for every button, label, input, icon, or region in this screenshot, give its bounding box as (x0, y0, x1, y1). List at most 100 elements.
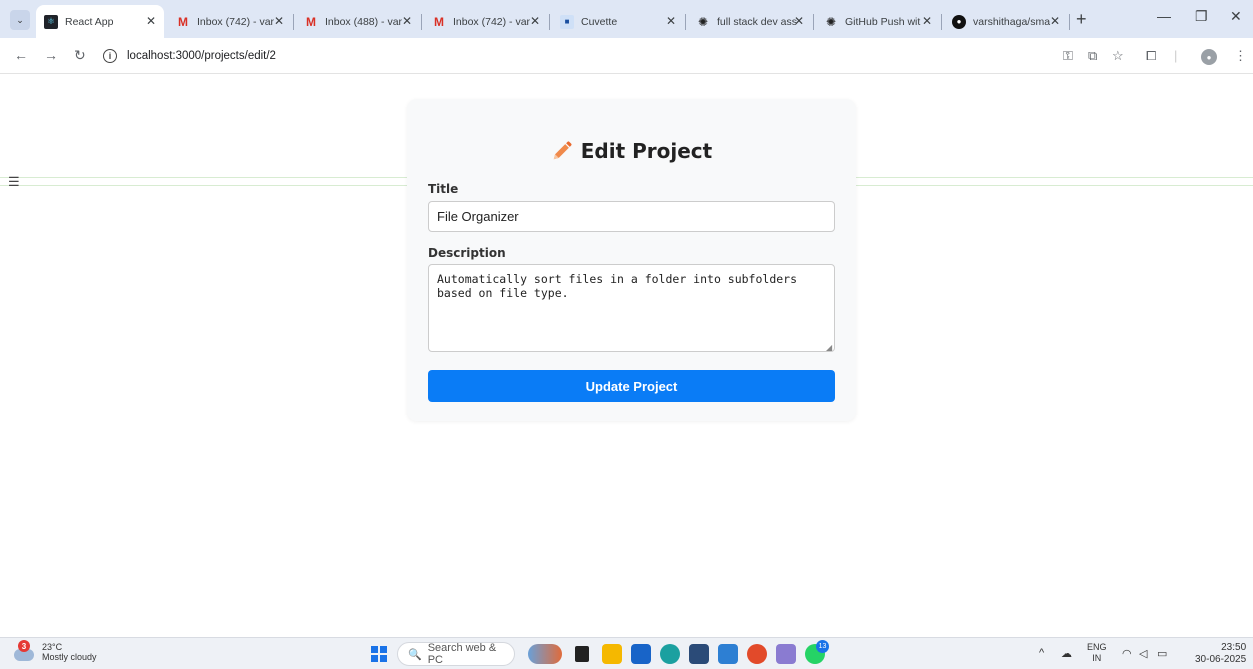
password-key-icon[interactable]: ⚿ (1063, 48, 1073, 64)
extensions-puzzle-icon[interactable]: ⧠ (1146, 48, 1156, 64)
vscode-icon[interactable] (718, 644, 738, 664)
restore-icon[interactable]: ❐ (1195, 8, 1208, 25)
search-icon: 🔍 (408, 648, 422, 661)
tab-cuvette[interactable]: ■ Cuvette ✕ (552, 5, 684, 38)
cuvette-icon: ■ (560, 14, 574, 29)
weather-temp: 23°C (42, 642, 63, 652)
terminal-icon[interactable] (689, 644, 709, 664)
close-tab-icon[interactable]: ✕ (402, 14, 412, 28)
system-clock[interactable]: 23:50 30-06-2025 (1195, 642, 1246, 666)
tab-react-app[interactable]: ⚛ React App ✕ (36, 5, 164, 38)
browser-tab-strip: ⌄ ⚛ React App ✕ M Inbox (742) - var ✕ M … (0, 0, 1253, 38)
gmail-icon: M (178, 14, 188, 29)
description-label: Description (428, 246, 506, 260)
widgets-app-icon[interactable] (528, 644, 562, 664)
wifi-icon[interactable]: ◠ (1122, 647, 1132, 660)
tab-github[interactable]: ● varshithaga/sma ✕ (944, 5, 1068, 38)
reload-icon[interactable]: ↻ (74, 47, 86, 64)
install-app-icon[interactable]: ⧉ (1088, 48, 1097, 64)
ime-lang: ENG (1087, 642, 1107, 652)
url-input[interactable] (127, 50, 527, 62)
more-menu-icon[interactable]: ⋮ (1234, 48, 1247, 64)
tab-chatgpt-2[interactable]: ✺ GitHub Push wit ✕ (816, 5, 940, 38)
tab-label: GitHub Push wit (845, 15, 921, 28)
clock-time: 23:50 (1221, 642, 1247, 653)
file-explorer-icon[interactable] (602, 644, 622, 664)
volume-icon[interactable]: ◁ (1139, 647, 1147, 660)
tab-gmail-inbox-3[interactable]: M Inbox (742) - var ✕ (424, 5, 548, 38)
pencil-icon (553, 141, 572, 160)
onedrive-cloud-icon[interactable]: ☁ (1061, 647, 1072, 660)
search-placeholder: Search web & PC (427, 642, 497, 666)
site-info-icon[interactable]: i (103, 49, 117, 63)
store-icon[interactable] (631, 644, 651, 664)
github-icon: ● (952, 14, 966, 29)
ime-region: IN (1092, 653, 1102, 663)
tab-search-chevron-icon[interactable]: ⌄ (10, 10, 30, 30)
chatgpt-icon: ✺ (697, 14, 709, 29)
close-tab-icon[interactable]: ✕ (274, 14, 284, 28)
toolbar-divider: | (1174, 48, 1178, 63)
tab-label: varshithaga/sma (973, 15, 1051, 28)
back-arrow-icon[interactable]: ← (14, 47, 28, 63)
tab-gmail-inbox-1[interactable]: M Inbox (742) - var ✕ (168, 5, 292, 38)
profile-avatar[interactable]: ● (1201, 49, 1217, 65)
battery-icon[interactable]: ▭ (1157, 647, 1167, 660)
close-tab-icon[interactable]: ✕ (146, 14, 156, 28)
weather-widget[interactable]: 3 23°C Mostly cloudy (12, 640, 97, 663)
tab-chatgpt-1[interactable]: ✺ full stack dev ass ✕ (688, 5, 812, 38)
windows-start-icon[interactable] (371, 646, 387, 662)
tab-separator (685, 14, 686, 30)
close-tab-icon[interactable]: ✕ (1050, 14, 1060, 28)
forward-arrow-icon[interactable]: → (44, 47, 58, 63)
tab-label: Inbox (488) - var (325, 15, 403, 28)
description-textarea[interactable]: Automatically sort files in a folder int… (428, 264, 835, 352)
address-bar[interactable]: i (103, 44, 1103, 68)
tab-gmail-inbox-2[interactable]: M Inbox (488) - var ✕ (296, 5, 420, 38)
edit-project-card: Edit Project Title Description Automatic… (407, 99, 856, 421)
weather-text: 23°C Mostly cloudy (42, 642, 97, 662)
tab-separator (1069, 14, 1070, 30)
clock-date: 30-06-2025 (1195, 654, 1247, 665)
gmail-icon: M (306, 14, 316, 29)
tab-separator (549, 14, 550, 30)
resize-handle-icon[interactable]: ◢ (826, 343, 832, 352)
tab-separator (293, 14, 294, 30)
close-tab-icon[interactable]: ✕ (666, 14, 676, 28)
whatsapp-icon[interactable]: 13 (805, 640, 829, 664)
side-handle-icon: ☰ (8, 174, 20, 189)
input-language[interactable]: ENG IN (1087, 642, 1107, 664)
whatsapp-badge: 13 (816, 640, 829, 653)
heading-text: Edit Project (580, 139, 713, 163)
tab-separator (813, 14, 814, 30)
close-window-icon[interactable]: ✕ (1230, 8, 1242, 25)
tab-label: Inbox (742) - var (197, 15, 275, 28)
title-label: Title (428, 182, 459, 196)
task-view-icon[interactable] (575, 646, 589, 662)
tab-label: Cuvette (581, 15, 618, 28)
tab-label: Inbox (742) - var (453, 15, 531, 28)
chatgpt-icon: ✺ (825, 14, 837, 29)
taskbar-search[interactable]: 🔍 Search web & PC (397, 642, 515, 666)
tab-separator (421, 14, 422, 30)
chrome-icon[interactable] (747, 644, 767, 664)
chevron-up-icon[interactable]: ^ (1039, 647, 1044, 659)
tab-separator (941, 14, 942, 30)
bookmark-star-icon[interactable]: ☆ (1112, 48, 1124, 64)
browser-toolbar: ← → ↻ i ⚿ ⧉ ☆ ⧠ | ● ⋮ (0, 38, 1253, 74)
edge-icon[interactable] (660, 644, 680, 664)
title-input[interactable] (428, 201, 835, 232)
update-project-button[interactable]: Update Project (428, 370, 835, 402)
react-icon: ⚛ (44, 14, 58, 29)
close-tab-icon[interactable]: ✕ (922, 14, 932, 28)
app-icon[interactable] (776, 644, 796, 664)
new-tab-button[interactable]: + (1076, 9, 1087, 30)
tab-label: React App (65, 15, 114, 28)
weather-desc: Mostly cloudy (42, 652, 97, 662)
close-tab-icon[interactable]: ✕ (794, 14, 804, 28)
minimize-icon[interactable]: — (1157, 8, 1171, 24)
tab-label: full stack dev ass (717, 15, 797, 28)
page-title: Edit Project (407, 139, 856, 163)
close-tab-icon[interactable]: ✕ (530, 14, 540, 28)
windows-taskbar: 3 23°C Mostly cloudy 🔍 Search web & PC 1… (0, 637, 1253, 669)
